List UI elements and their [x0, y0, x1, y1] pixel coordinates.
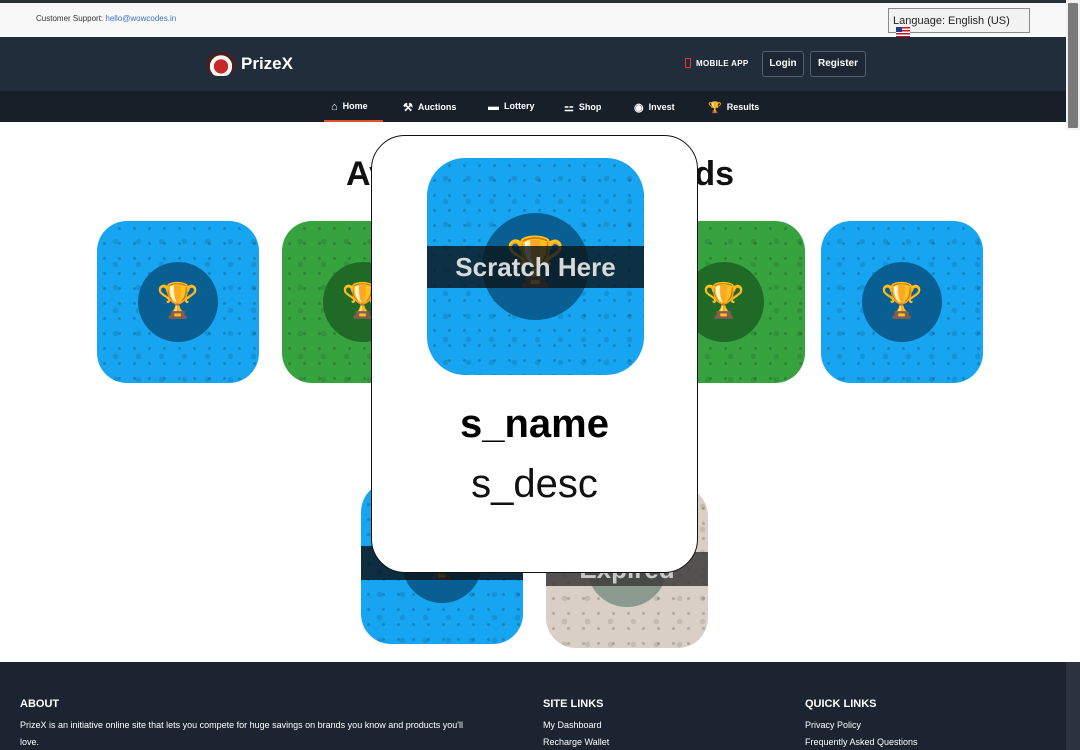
footer-link-recharge-wallet[interactable]: Recharge Wallet	[543, 737, 609, 747]
nav-auctions-label: Auctions	[417, 102, 457, 112]
scrollbar-thumb[interactable]	[1068, 3, 1078, 128]
modal-card-description: s_desc	[471, 462, 598, 506]
support-label: Customer Support:	[36, 14, 104, 23]
piggy-bank-icon: ◉	[634, 102, 644, 114]
nav-shop[interactable]: ⚍ Shop	[564, 91, 601, 122]
trophy-icon: 🏆	[880, 282, 924, 320]
brand-name[interactable]: PrizeX	[241, 54, 293, 74]
footer-about-line-1: PrizeX is an initiative online site that…	[20, 720, 463, 730]
footer-quick-links: Privacy Policy Frequently Asked Question…	[805, 717, 918, 750]
nav-home[interactable]: ⌂ Home	[324, 91, 383, 122]
footer-link-dashboard[interactable]: My Dashboard	[543, 720, 602, 730]
nav-lottery-label: Lottery	[504, 101, 535, 111]
mobile-app-link[interactable]: MOBILE APP	[685, 58, 748, 68]
nav-results[interactable]: 🏆 Results	[708, 91, 759, 122]
trophy-icon: 🏆	[708, 102, 722, 114]
footer-link-faq[interactable]: Frequently Asked Questions	[805, 737, 918, 747]
card-badge: 🏆	[862, 262, 942, 342]
modal-scratch-card[interactable]: 🏆 Scratch Here	[427, 158, 644, 375]
phone-icon	[685, 58, 691, 68]
footer-about-line-2: love.	[20, 737, 40, 747]
customer-support: Customer Support: hello@wowcodes.in	[36, 14, 176, 23]
footer-site-links: My Dashboard Recharge Wallet	[543, 717, 609, 750]
gavel-icon: ⚒	[403, 102, 413, 114]
us-flag-icon	[896, 27, 910, 37]
support-bar: Customer Support: hello@wowcodes.in Lang…	[0, 0, 1066, 37]
nav-invest[interactable]: ◉ Invest	[634, 91, 675, 122]
home-icon: ⌂	[331, 101, 338, 113]
footer-about-title: ABOUT	[20, 698, 60, 710]
prizex-logo-icon[interactable]	[207, 52, 235, 76]
main-nav: ⌂ Home ⚒ Auctions ▬ Lottery ⚍ Shop ◉ Invest 🏆…	[0, 91, 1066, 122]
footer-link-privacy-policy[interactable]: Privacy Policy	[805, 720, 861, 730]
mobile-app-label: MOBILE APP	[696, 59, 749, 68]
nav-shop-label: Shop	[578, 102, 602, 112]
scrollbar-track-lower	[1066, 662, 1080, 750]
card-badge: 🏆	[138, 262, 218, 342]
footer-site-links-title: SITE LINKS	[543, 698, 604, 710]
site-header: PrizeX MOBILE APP Login Register	[0, 37, 1066, 91]
footer-about-text: PrizeX is an initiative online site that…	[20, 717, 530, 750]
scratch-card-modal: 🏆 Scratch Here s_name s_desc	[371, 135, 698, 573]
scratch-card[interactable]: 🏆	[821, 221, 983, 383]
scratch-card[interactable]: 🏆	[97, 221, 259, 383]
support-email-link[interactable]: hello@wowcodes.in	[105, 14, 176, 23]
site-footer: ABOUT PrizeX is an initiative online sit…	[0, 662, 1066, 750]
modal-card-name: s_name	[460, 402, 609, 446]
scratch-here-strip[interactable]: Scratch Here	[427, 246, 644, 288]
nav-lottery[interactable]: ▬ Lottery	[488, 91, 535, 122]
trophy-icon: 🏆	[156, 282, 200, 320]
nav-home-label: Home	[342, 101, 368, 111]
basket-icon: ⚍	[564, 102, 574, 114]
nav-results-label: Results	[726, 102, 760, 112]
nav-auctions[interactable]: ⚒ Auctions	[403, 91, 456, 122]
footer-quick-links-title: QUICK LINKS	[805, 698, 877, 710]
ticket-icon: ▬	[488, 101, 499, 113]
language-label: Language: English (US)	[893, 15, 1010, 27]
language-selector[interactable]: Language: English (US)	[888, 8, 1030, 37]
login-button[interactable]: Login	[762, 51, 804, 77]
register-button[interactable]: Register	[810, 51, 866, 77]
nav-invest-label: Invest	[648, 102, 675, 112]
